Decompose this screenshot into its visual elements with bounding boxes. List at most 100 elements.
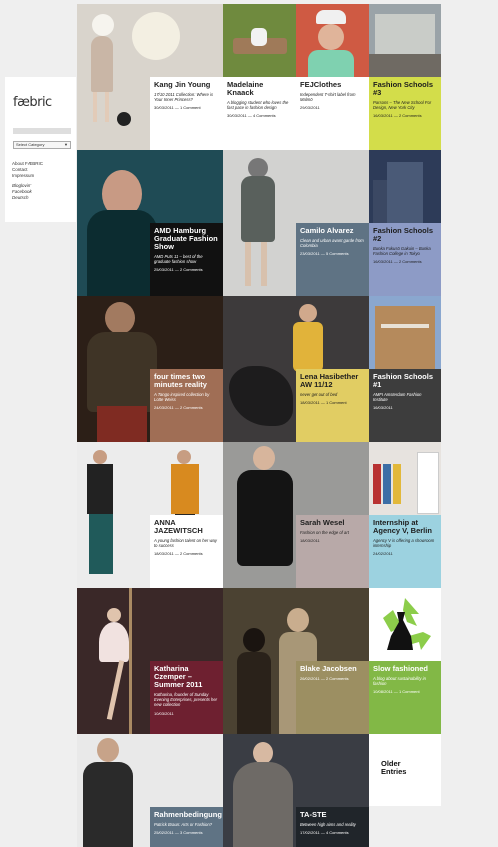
post-excerpt: 17/10 2011 Collection: Where is Your Inn… (154, 92, 214, 103)
post-meta: 16/03/2011 — 2 Comments (373, 113, 422, 119)
post-title[interactable]: Kang Jin Young (154, 81, 219, 89)
post-title[interactable]: Fashion Schools #3 (373, 81, 437, 97)
post-meta: 18/03/2011 — 1 Comment (300, 400, 347, 406)
post-grid: Kang Jin Young 17/10 2011 Collection: Wh… (77, 4, 441, 847)
post-meta: 10/08/2011 — 1 Comment (373, 689, 420, 695)
sidebar-link-deutsch[interactable]: Deutsch (12, 195, 43, 201)
post-tile[interactable]: Sarah Wesel Fashion on the edge of art 1… (223, 442, 369, 588)
post-meta: 25/02/2011 — 3 Comments (154, 830, 203, 836)
post-excerpt: A young fashion talent on her way to suc… (154, 538, 217, 549)
post-excerpt: A Tango inspired collection by Lotte Wei… (154, 392, 210, 403)
post-panel: Fashion Schools #3 Parsons – The New Sch… (369, 77, 441, 150)
post-panel: Internship at Agency V, Berlin Agency V … (369, 515, 441, 588)
post-title[interactable]: Fashion Schools #1 (373, 373, 437, 389)
sidebar-links: About FÆBRIC Contact Impressum Bloglovin… (12, 161, 43, 201)
post-tile[interactable]: four times two minutes reality A Tango i… (77, 296, 223, 442)
post-panel: Kang Jin Young 17/10 2011 Collection: Wh… (150, 77, 223, 150)
post-panel: Lena Hasibether AW 11/12 never get out o… (296, 369, 369, 442)
post-panel: Sarah Wesel Fashion on the edge of art 1… (296, 515, 369, 588)
post-tile[interactable]: Fashion Schools #2 Bunka Fukusō Gakuin –… (369, 150, 441, 296)
category-select[interactable]: Select Category ▼ (13, 141, 71, 149)
post-meta: 23/03/2011 — 5 Comments (300, 251, 349, 257)
post-photo (97, 738, 119, 762)
post-meta: 29/03/2011 (300, 105, 320, 111)
recycle-icon (383, 598, 431, 650)
post-title[interactable]: Madelaine Knaack (227, 81, 292, 97)
post-tile[interactable]: Lena Hasibether AW 11/12 never get out o… (223, 296, 369, 442)
post-excerpt: Clean and urban avant garde from Colombi… (300, 238, 364, 249)
post-panel: Blake Jacobsen 26/02/2011 — 2 Comments (296, 661, 369, 734)
post-tile[interactable]: AMD Hamburg Graduate Fashion Show AMD Pu… (77, 150, 223, 296)
post-tile[interactable]: Blake Jacobsen 26/02/2011 — 2 Comments (223, 588, 369, 734)
post-title[interactable]: four times two minutes reality (154, 373, 219, 389)
post-excerpt: Independent T-shirt label from Malmö (300, 92, 356, 103)
search-input[interactable] (13, 128, 71, 134)
older-entries-link[interactable]: Older Entries (381, 760, 421, 776)
post-meta: 24/02/2011 (373, 551, 393, 557)
post-tile[interactable]: Fashion Schools #3 Parsons – The New Sch… (369, 4, 441, 150)
post-title[interactable]: Camilo Alvarez (300, 227, 365, 235)
post-meta: 24/03/2011 — 2 Comments (154, 405, 203, 411)
post-tile[interactable]: Madelaine Knaack A blogging student who … (223, 4, 296, 150)
post-meta: 26/02/2011 — 2 Comments (300, 676, 349, 681)
post-title[interactable]: Internship at Agency V, Berlin (373, 519, 437, 535)
post-excerpt: Katharina, founder of Sunday Evening Ent… (154, 692, 218, 708)
post-excerpt: A blogging student who loves the fast pa… (227, 100, 289, 111)
post-title[interactable]: Blake Jacobsen (300, 665, 365, 673)
post-tile[interactable]: Rahmenbedingung Patrick Braun: Arts or F… (77, 734, 223, 847)
post-meta: 30/03/2011 — 1 Comment (154, 105, 201, 111)
post-tile[interactable]: Fashion Schools #1 AMFI Amsterdam Fashio… (369, 296, 441, 442)
post-meta: 25/03/2011 — 2 Comments (154, 267, 203, 273)
post-photo (248, 158, 268, 178)
post-photo (93, 450, 107, 464)
category-select-label: Select Category (16, 142, 45, 147)
post-photo (299, 304, 317, 322)
post-title[interactable]: Katharina Czemper – Summer 2011 (154, 665, 219, 689)
post-tile[interactable]: TA-STE Between high aims and reality 17/… (223, 734, 369, 847)
post-title[interactable]: TA-STE (300, 811, 365, 819)
post-tile[interactable]: ANNA JAZEWITSCH A young fashion talent o… (77, 442, 223, 588)
post-panel: Fashion Schools #2 Bunka Fukusō Gakuin –… (369, 223, 441, 296)
post-tile[interactable]: Kang Jin Young 17/10 2011 Collection: Wh… (77, 4, 223, 150)
post-tile[interactable]: Camilo Alvarez Clean and urban avant gar… (223, 150, 369, 296)
post-title[interactable]: Sarah Wesel (300, 519, 365, 527)
post-panel: AMD Hamburg Graduate Fashion Show AMD Pu… (150, 223, 223, 296)
post-meta: 10/03/2011 (154, 710, 174, 716)
post-tile[interactable]: Internship at Agency V, Berlin Agency V … (369, 442, 441, 588)
post-title[interactable]: Lena Hasibether AW 11/12 (300, 373, 365, 389)
post-panel: four times two minutes reality A Tango i… (150, 369, 223, 442)
post-title[interactable]: Rahmenbedingung (154, 811, 222, 819)
post-title[interactable]: Slow fashioned (373, 665, 437, 673)
site-logo[interactable]: fæbric (13, 95, 52, 110)
post-excerpt: AMD Puts 11 – best of the graduate fashi… (154, 254, 203, 265)
post-excerpt: A blog about sustainability in fashion (373, 676, 426, 687)
post-tile[interactable]: Slow fashioned A blog about sustainabili… (369, 588, 441, 734)
post-excerpt: Patrick Braun: Arts or Fashion? (154, 822, 213, 827)
post-excerpt: Fashion on the edge of art (300, 530, 349, 535)
chevron-down-icon: ▼ (64, 142, 68, 147)
older-entries-tile[interactable]: Older Entries (369, 734, 441, 806)
post-title[interactable]: Fashion Schools #2 (373, 227, 437, 243)
post-panel: Fashion Schools #1 AMFI Amsterdam Fashio… (369, 369, 441, 442)
post-excerpt: Bunka Fukusō Gakuin – Bunka Fashion Coll… (373, 246, 431, 257)
post-tile[interactable]: Katharina Czemper – Summer 2011 Katharin… (77, 588, 223, 734)
post-photo (105, 302, 135, 334)
post-panel: Rahmenbedingung Patrick Braun: Arts or F… (150, 807, 223, 847)
post-meta: 16/03/2011 (373, 405, 393, 411)
sidebar: fæbric Select Category ▼ About FÆBRIC Co… (5, 77, 76, 222)
post-photo (243, 628, 265, 652)
post-photo (132, 12, 180, 60)
post-tile[interactable]: FEJClothes Independent T-shirt label fro… (296, 4, 369, 150)
post-title[interactable]: ANNA JAZEWITSCH (154, 519, 219, 535)
post-excerpt: Between high aims and reality (300, 822, 356, 827)
post-title[interactable]: FEJClothes (300, 81, 365, 89)
post-panel: ANNA JAZEWITSCH A young fashion talent o… (150, 515, 223, 588)
post-photo (253, 446, 275, 470)
post-title[interactable]: AMD Hamburg Graduate Fashion Show (154, 227, 219, 251)
post-excerpt: AMFI Amsterdam Fashion Institute (373, 392, 422, 403)
post-photo (129, 588, 132, 734)
post-panel: Camilo Alvarez Clean and urban avant gar… (296, 223, 369, 296)
post-meta: 18/03/2011 — 2 Comments (154, 551, 203, 557)
post-excerpt: Parsons – The New School For Design, New… (373, 100, 432, 111)
post-meta: 30/03/2011 — 4 Comments (227, 113, 276, 119)
